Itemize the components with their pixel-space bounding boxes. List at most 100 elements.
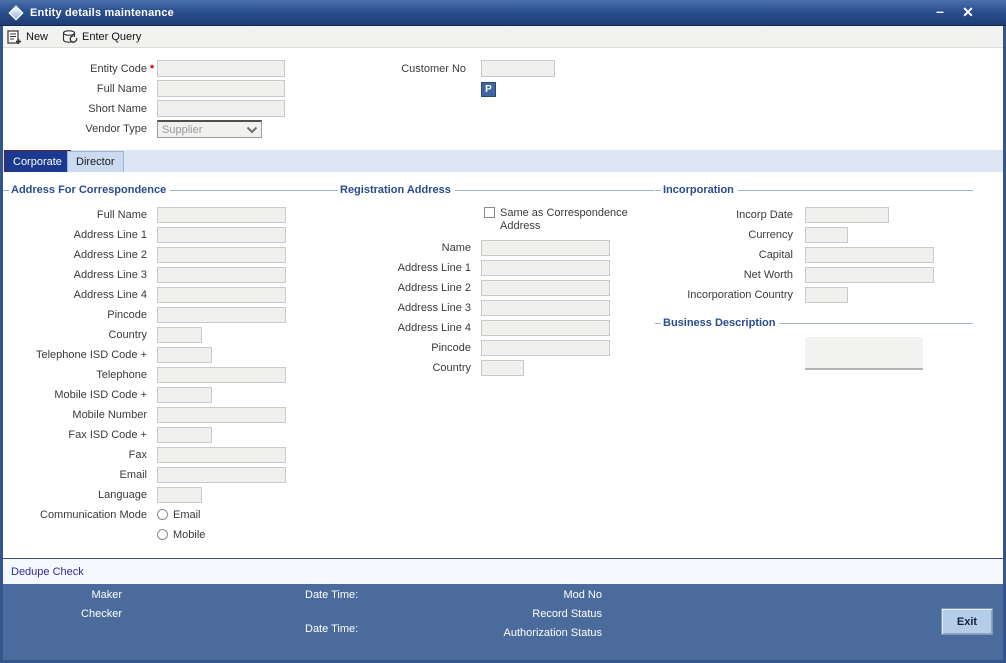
- reg-address2-input[interactable]: [481, 279, 610, 296]
- corr-address4-input[interactable]: [157, 286, 286, 303]
- section-business-description-header: Business Description: [655, 316, 973, 330]
- incorp-date-input[interactable]: [805, 206, 889, 223]
- date-time-label-1: Date Time:: [305, 589, 359, 601]
- capital-input[interactable]: [805, 246, 934, 263]
- corr-fax-isd-row: Fax ISD Code +: [0, 426, 212, 443]
- reg-name-input[interactable]: [481, 239, 610, 256]
- tab-bar: Corporate Director: [3, 150, 1003, 172]
- short-name-label: Short Name: [88, 102, 147, 115]
- corr-country-input[interactable]: [157, 326, 202, 343]
- window-title: Entity details maintenance: [30, 6, 174, 19]
- entity-code-label: Entity Code: [90, 62, 147, 75]
- section-registration-title: Registration Address: [340, 184, 451, 196]
- corr-fax-isd-input[interactable]: [157, 426, 212, 443]
- mobile-radio[interactable]: [157, 529, 168, 540]
- corr-fax-input[interactable]: [157, 446, 286, 463]
- title-bar: Entity details maintenance – ✕: [0, 0, 1006, 26]
- corr-address3-row: Address Line 3: [0, 266, 286, 283]
- corr-address1-row: Address Line 1: [0, 226, 286, 243]
- reg-address2-row: Address Line 2: [330, 279, 610, 296]
- enter-query-button[interactable]: Enter Query: [62, 29, 142, 44]
- corr-fax-isd-label: Fax ISD Code +: [68, 428, 147, 441]
- corr-mobile-number-label: Mobile Number: [72, 408, 147, 421]
- app-diamond-icon: [8, 4, 24, 21]
- section-business-description-title: Business Description: [663, 317, 776, 329]
- communication-mode-email-option[interactable]: Email: [157, 509, 201, 521]
- reg-country-input[interactable]: [481, 359, 524, 376]
- corr-mobile-number-input[interactable]: [157, 406, 286, 423]
- corr-full-name-label: Full Name: [96, 208, 147, 221]
- new-button-label: New: [26, 30, 49, 43]
- corr-address2-row: Address Line 2: [0, 246, 286, 263]
- corr-email-label: Email: [119, 468, 147, 481]
- close-icon[interactable]: ✕: [960, 4, 976, 21]
- business-description-textarea[interactable]: [805, 337, 923, 370]
- corr-pincode-row: Pincode: [0, 306, 286, 323]
- same-as-checkbox[interactable]: [484, 207, 495, 218]
- corr-telephone-label: Telephone: [96, 368, 147, 381]
- required-marker: *: [149, 62, 155, 75]
- tab-corporate[interactable]: Corporate: [4, 150, 71, 172]
- corr-address3-input[interactable]: [157, 266, 286, 283]
- enter-query-button-label: Enter Query: [82, 30, 142, 43]
- short-name-input[interactable]: [157, 100, 285, 117]
- communication-mode-mobile-option[interactable]: Mobile: [157, 529, 205, 541]
- corr-address1-label: Address Line 1: [73, 228, 147, 241]
- toolbar: New Enter Query: [3, 26, 1003, 48]
- reg-address1-input[interactable]: [481, 259, 610, 276]
- section-registration-header: Registration Address: [332, 183, 654, 197]
- corr-address1-input[interactable]: [157, 226, 286, 243]
- corr-country-row: Country: [0, 326, 202, 343]
- exit-button[interactable]: Exit: [941, 608, 993, 635]
- dedupe-check-link[interactable]: Dedupe Check: [11, 566, 84, 578]
- corr-tel-isd-input[interactable]: [157, 346, 212, 363]
- corr-pincode-input[interactable]: [157, 306, 286, 323]
- customer-no-input[interactable]: [481, 60, 555, 77]
- vendor-type-select[interactable]: Supplier: [157, 120, 262, 138]
- full-name-input[interactable]: [157, 80, 285, 97]
- checker-label: Checker: [81, 608, 122, 620]
- corr-language-label: Language: [98, 488, 147, 501]
- email-radio[interactable]: [157, 509, 168, 520]
- date-time-label-2: Date Time:: [305, 623, 359, 635]
- tab-director[interactable]: Director: [67, 151, 124, 172]
- chevron-down-icon: [246, 126, 258, 133]
- section-incorporation-header: Incorporation: [655, 183, 973, 197]
- reg-pincode-input[interactable]: [481, 339, 610, 356]
- currency-input[interactable]: [805, 226, 848, 243]
- corr-mobile-number-row: Mobile Number: [0, 406, 286, 423]
- incorporation-country-input[interactable]: [805, 286, 848, 303]
- incorp-date-row: Incorp Date: [655, 206, 889, 223]
- corr-address2-input[interactable]: [157, 246, 286, 263]
- corr-email-input[interactable]: [157, 466, 286, 483]
- reg-pincode-label: Pincode: [431, 341, 471, 354]
- new-document-icon: [7, 29, 21, 44]
- same-as-label: Same as Correspondence Address: [500, 207, 628, 232]
- corr-telephone-input[interactable]: [157, 366, 286, 383]
- reg-address3-input[interactable]: [481, 299, 610, 316]
- customer-pickup-button[interactable]: P: [481, 82, 496, 97]
- capital-row: Capital: [655, 246, 934, 263]
- full-name-row: Full Name: [0, 80, 285, 97]
- corr-telephone-row: Telephone: [0, 366, 286, 383]
- capital-label: Capital: [758, 248, 793, 261]
- corr-mobile-isd-input[interactable]: [157, 386, 212, 403]
- net-worth-label: Net Worth: [743, 268, 793, 281]
- incorp-date-label: Incorp Date: [736, 208, 793, 221]
- corr-fax-row: Fax: [0, 446, 286, 463]
- corr-mobile-isd-label: Mobile ISD Code +: [54, 388, 147, 401]
- minimize-icon[interactable]: –: [932, 3, 948, 19]
- incorporation-country-label: Incorporation Country: [687, 288, 793, 301]
- communication-mode-label: Communication Mode: [40, 508, 147, 521]
- corr-full-name-input[interactable]: [157, 206, 286, 223]
- entity-details-window: Entity details maintenance – ✕ New Enter…: [0, 0, 1006, 663]
- corr-full-name-row: Full Name: [0, 206, 286, 223]
- new-button[interactable]: New: [7, 29, 49, 44]
- email-radio-label: Email: [173, 508, 201, 521]
- net-worth-input[interactable]: [805, 266, 934, 283]
- entity-code-input[interactable]: [157, 60, 285, 77]
- same-as-correspondence-option[interactable]: Same as Correspondence Address: [484, 207, 654, 233]
- corr-language-input[interactable]: [157, 486, 202, 503]
- section-correspondence-header: Address For Correspondence: [3, 183, 332, 197]
- reg-address4-input[interactable]: [481, 319, 610, 336]
